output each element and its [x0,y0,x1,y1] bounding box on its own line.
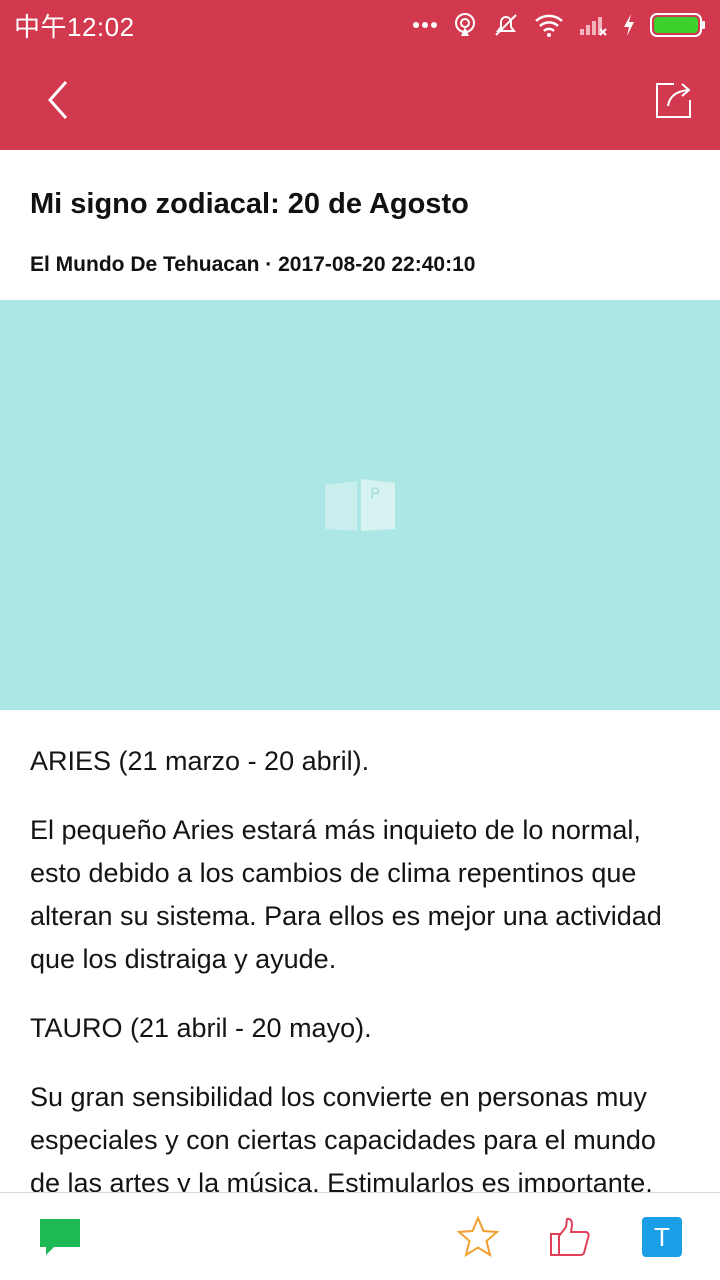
article-header: Mi signo zodiacal: 20 de Agosto El Mundo… [0,150,720,300]
article-paragraph: El pequeño Aries estará más inquieto de … [30,815,662,974]
share-button[interactable] [654,80,694,120]
article-title: Mi signo zodiacal: 20 de Agosto [30,188,469,220]
status-bar: 中午12:02 [0,0,720,50]
status-icons [412,12,706,38]
like-icon [550,1217,590,1256]
more-dots-icon [412,21,438,29]
hotspot-icon [452,12,478,38]
image-placeholder-icon: P [325,479,395,531]
comment-icon [40,1219,80,1255]
battery-icon [650,12,706,38]
bottom-action-bar: T [0,1192,720,1280]
comment-button[interactable] [36,1213,84,1261]
article-paragraph: TAURO (21 abril - 20 mayo). [30,1013,372,1043]
wifi-icon [534,13,564,37]
translate-icon: T [642,1217,682,1257]
star-icon [456,1215,500,1258]
translate-button[interactable]: T [638,1213,686,1261]
signal-icon [578,13,608,37]
article-paragraph: ARIES (21 marzo - 20 abril). [30,746,370,776]
charging-icon [622,13,636,37]
like-button[interactable] [546,1213,594,1261]
back-icon [47,81,68,119]
favorite-button[interactable] [454,1213,502,1261]
article-image[interactable]: P [0,300,720,710]
mute-icon [492,12,520,38]
translate-label: T [654,1221,670,1252]
article-body: ARIES (21 marzo - 20 abril). El pequeño … [0,710,720,1192]
svg-text:P: P [370,484,380,503]
article-byline: El Mundo De Tehuacan · 2017-08-20 22:40:… [30,253,476,276]
nav-bar [0,50,720,150]
back-button[interactable] [36,76,84,124]
article-paragraph: Su gran sensibilidad los convierte en pe… [30,1082,656,1192]
status-time: 中午12:02 [14,11,135,42]
share-icon [656,83,691,118]
